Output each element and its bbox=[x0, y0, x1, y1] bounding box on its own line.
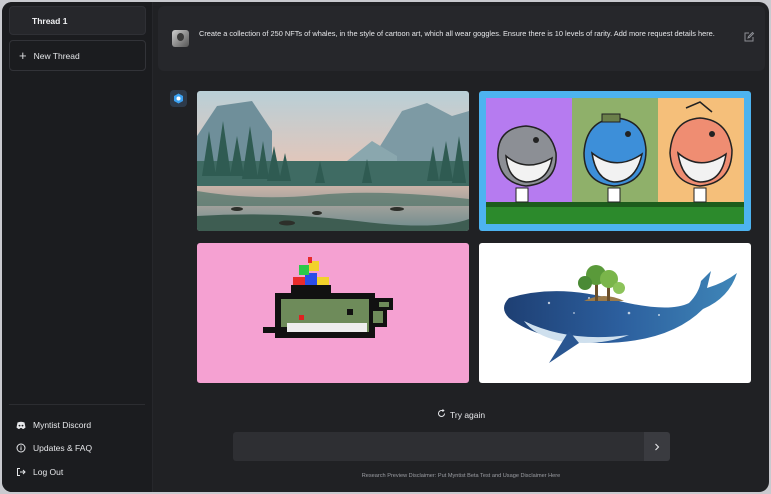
result-image-2[interactable] bbox=[479, 91, 751, 231]
prompt-text: Create a collection of 250 NFTs of whale… bbox=[199, 29, 715, 38]
result-image-4[interactable] bbox=[479, 243, 751, 383]
new-thread-button[interactable]: + New Thread bbox=[9, 40, 146, 71]
bot-avatar-icon bbox=[170, 90, 187, 107]
logout-icon bbox=[16, 467, 26, 477]
updates-label: Updates & FAQ bbox=[33, 443, 93, 453]
sidebar-item-logout[interactable]: Log Out bbox=[16, 467, 63, 477]
sidebar-divider bbox=[9, 404, 145, 405]
info-icon bbox=[16, 443, 26, 453]
sidebar-item-thread-1[interactable]: Thread 1 bbox=[9, 6, 146, 35]
sidebar: Thread 1 + New Thread Myntist Discord Up… bbox=[2, 2, 153, 492]
sidebar-item-updates[interactable]: Updates & FAQ bbox=[16, 443, 92, 453]
refresh-icon bbox=[437, 409, 446, 420]
plus-icon: + bbox=[19, 48, 27, 63]
watercolor-whale-image bbox=[504, 265, 737, 363]
new-thread-label: New Thread bbox=[33, 50, 80, 61]
try-again-button[interactable]: Try again bbox=[437, 409, 485, 420]
avatar bbox=[172, 30, 189, 47]
discord-label: Myntist Discord bbox=[33, 420, 92, 430]
chevron-right-icon bbox=[654, 438, 660, 456]
mountain-lake-image bbox=[197, 91, 469, 231]
send-button[interactable] bbox=[644, 432, 670, 461]
logout-label: Log Out bbox=[33, 467, 64, 477]
discord-icon bbox=[16, 420, 26, 430]
result-image-3[interactable] bbox=[197, 243, 469, 383]
try-again-label: Try again bbox=[450, 409, 486, 420]
pixel-whale-image bbox=[263, 257, 393, 338]
prompt-card: Create a collection of 250 NFTs of whale… bbox=[158, 6, 765, 71]
app-window: Thread 1 + New Thread Myntist Discord Up… bbox=[2, 2, 769, 492]
disclaimer-text: Research Preview Disclaimer: Put Myntist… bbox=[361, 473, 561, 479]
message-input[interactable] bbox=[233, 432, 644, 461]
result-image-1[interactable] bbox=[197, 91, 469, 231]
thread-label: Thread 1 bbox=[32, 16, 68, 26]
three-whales-image bbox=[486, 98, 744, 224]
edit-icon[interactable] bbox=[743, 30, 755, 42]
main-panel: Create a collection of 250 NFTs of whale… bbox=[153, 2, 769, 492]
sidebar-item-discord[interactable]: Myntist Discord bbox=[16, 420, 91, 430]
